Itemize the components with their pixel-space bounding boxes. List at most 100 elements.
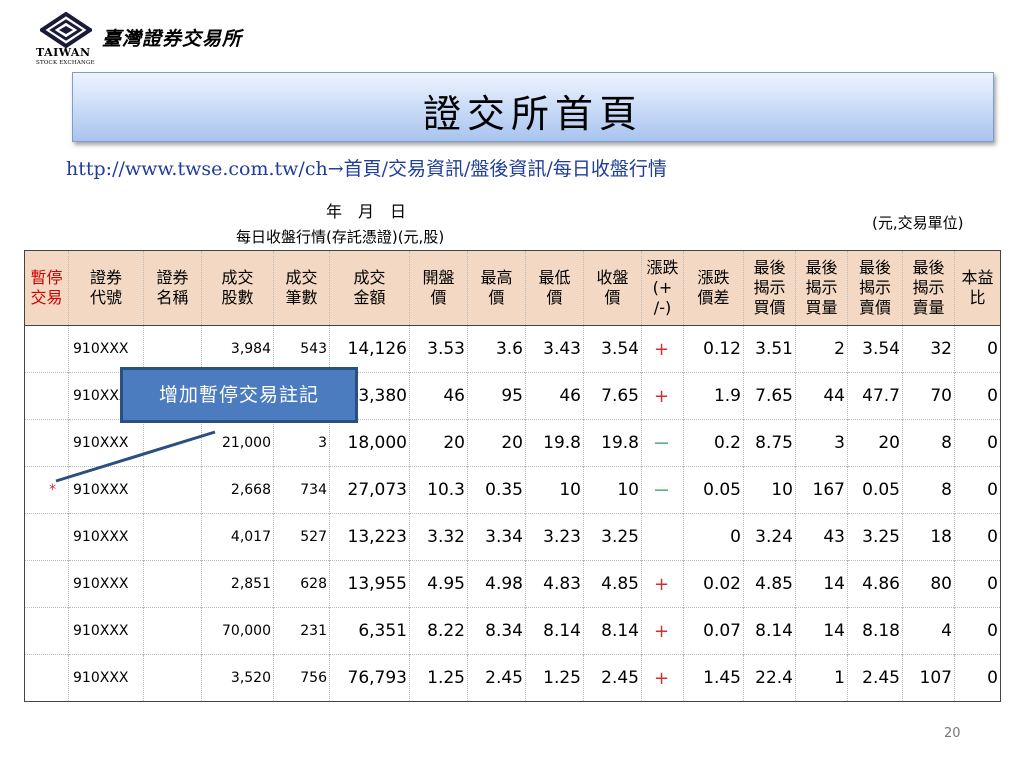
table-cell: 3.24 — [743, 513, 796, 561]
table-cell: 0.05 — [847, 466, 903, 514]
table-cell: 0 — [954, 607, 1001, 655]
column-header-line: 揭示 — [912, 278, 945, 297]
logo-brand-en: TAIWAN — [36, 46, 91, 59]
logo-brand-en-sub: STOCK EXCHANGE — [36, 60, 95, 66]
table-cell: 3.54 — [583, 325, 642, 373]
table-cell: 20 — [467, 419, 526, 467]
column-header-line: 漲跌 — [697, 268, 730, 287]
table-cell — [24, 560, 69, 608]
table-cell — [641, 513, 684, 561]
table-cell: 910XXX — [68, 654, 144, 702]
table-cell — [24, 607, 69, 655]
table-cell: 910XXX — [68, 419, 144, 467]
column-header-line: 代號 — [89, 288, 122, 307]
table-cell: 70 — [902, 372, 955, 420]
table-cell: 19.8 — [525, 419, 584, 467]
table-cell: 13,223 — [329, 513, 410, 561]
table-cell — [24, 654, 69, 702]
table-cell: 3,520 — [201, 654, 274, 702]
column-header-line: 揭示 — [858, 278, 891, 297]
table-cell — [143, 419, 202, 467]
table-cell: 2,668 — [201, 466, 274, 514]
column-header-line: 證券 — [156, 268, 189, 287]
table-cell: 4.85 — [583, 560, 642, 608]
table-cell: 0 — [954, 513, 1001, 561]
column-header-line: 比 — [969, 288, 986, 307]
table-cell: 4 — [902, 607, 955, 655]
table-cell: 6,351 — [329, 607, 410, 655]
column-header-line: /-) — [653, 298, 672, 317]
table-cell: + — [641, 560, 684, 608]
table-cell: * — [24, 466, 69, 514]
table-cell: 8.14 — [743, 607, 796, 655]
table-cell: + — [641, 372, 684, 420]
table-cell: 10 — [525, 466, 584, 514]
column-header: 成交 股數 — [201, 250, 274, 326]
column-header-line: 賣價 — [858, 298, 891, 317]
table-cell: 543 — [273, 325, 330, 373]
table-cell: 0 — [954, 654, 1001, 702]
table-cell: 3 — [273, 419, 330, 467]
column-header-line: 筆數 — [285, 288, 318, 307]
column-header-line: 價差 — [697, 288, 730, 307]
table-cell: 14 — [795, 560, 848, 608]
column-header-line: 證券 — [89, 268, 122, 287]
table-cell: 7.65 — [583, 372, 642, 420]
column-header-line: 價 — [488, 288, 505, 307]
table-cell: 19.8 — [583, 419, 642, 467]
table-cell: 1 — [795, 654, 848, 702]
column-header-line: 成交 — [353, 268, 386, 287]
column-header-line: 最後 — [805, 258, 838, 277]
table-cell: 2,851 — [201, 560, 274, 608]
table-cell — [143, 654, 202, 702]
table-cell: 95 — [467, 372, 526, 420]
table-cell: 7.65 — [743, 372, 796, 420]
page-number: 20 — [944, 726, 961, 741]
table-cell: 4.83 — [525, 560, 584, 608]
column-header: 最後 揭示 買價 — [743, 250, 796, 326]
table-cell: 14,126 — [329, 325, 410, 373]
column-header: 收盤價 — [583, 250, 642, 326]
table-cell: 4,017 — [201, 513, 274, 561]
table-cell: 231 — [273, 607, 330, 655]
table-cell: 10 — [583, 466, 642, 514]
table-cell: 0 — [954, 325, 1001, 373]
table-cell: 8.75 — [743, 419, 796, 467]
table-caption: 每日收盤行情(存託憑證)(元,股) — [236, 228, 445, 246]
table-cell: 910XXX — [68, 607, 144, 655]
table-cell: 8 — [902, 466, 955, 514]
table-cell: 910XXX — [68, 466, 144, 514]
table-cell: 3.51 — [743, 325, 796, 373]
column-header-line: 漲跌 — [646, 258, 679, 277]
column-header: 最高價 — [467, 250, 526, 326]
column-header-line: 最低 — [538, 268, 571, 287]
table-cell — [143, 325, 202, 373]
table-cell: 1.25 — [409, 654, 468, 702]
column-header: 漲跌 (+/-) — [641, 250, 684, 326]
table-cell: 3.43 — [525, 325, 584, 373]
column-header: 最後 揭示 賣量 — [902, 250, 955, 326]
table-cell — [143, 560, 202, 608]
table-cell: － — [641, 419, 684, 467]
table-cell: 2.45 — [847, 654, 903, 702]
table-cell: 4.95 — [409, 560, 468, 608]
table-cell: 13,955 — [329, 560, 410, 608]
table-cell: 8 — [902, 419, 955, 467]
table-cell: 70,000 — [201, 607, 274, 655]
column-header-line: 金額 — [353, 288, 386, 307]
column-header: 暫停 交易 — [24, 250, 69, 326]
column-header: 最低價 — [525, 250, 584, 326]
table-row: 910XXX 4,017 527 13,223 3.32 3.34 3.23 3.25 0 3.2… — [24, 513, 1001, 561]
table-cell: 18,000 — [329, 419, 410, 467]
table-cell: 2.45 — [467, 654, 526, 702]
table-cell: 3.25 — [583, 513, 642, 561]
column-header-line: 買量 — [805, 298, 838, 317]
table-cell: 46 — [525, 372, 584, 420]
table-cell: 80 — [902, 560, 955, 608]
table-cell: 14 — [795, 607, 848, 655]
column-header-line: 賣量 — [912, 298, 945, 317]
column-header: 最後 揭示 買量 — [795, 250, 848, 326]
table-cell: 0 — [954, 419, 1001, 467]
table-cell: 3.25 — [847, 513, 903, 561]
table-cell: 167 — [795, 466, 848, 514]
